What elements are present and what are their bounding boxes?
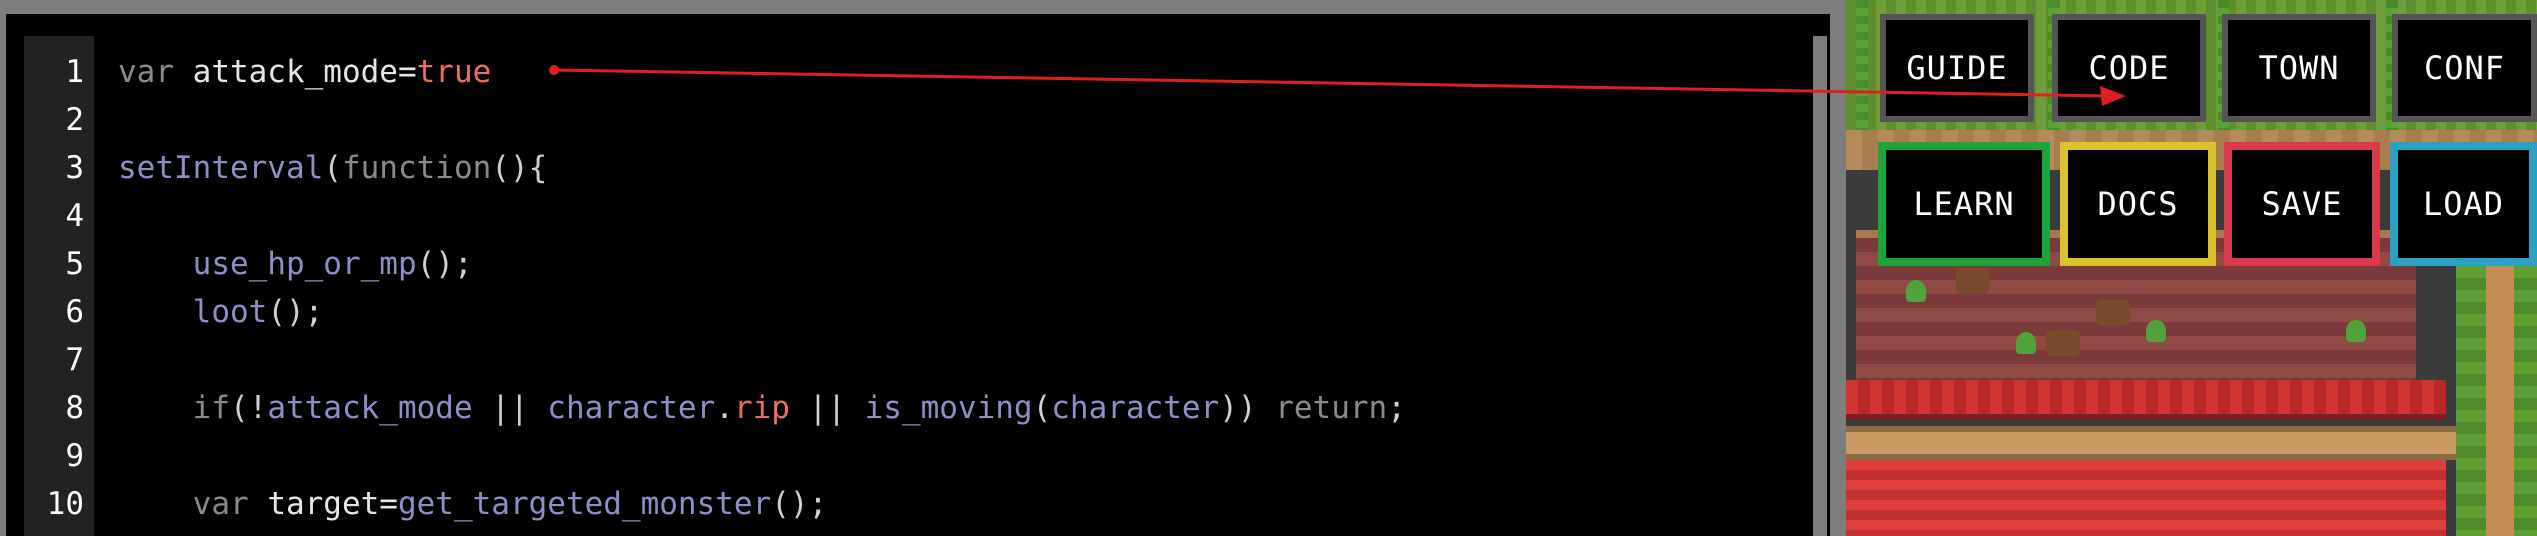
code-token: || (789, 390, 865, 426)
line-number: 6 (65, 294, 84, 330)
code-token: (){ (491, 150, 548, 186)
code-token: setInterval (118, 150, 324, 186)
line-number: 2 (65, 102, 84, 138)
code-token: ( (323, 150, 342, 186)
wooden-post (2486, 230, 2514, 536)
code-token: = (397, 54, 417, 90)
learn-button[interactable]: LEARN (1878, 142, 2050, 266)
guide-button[interactable]: GUIDE (1880, 14, 2034, 122)
code-token: target (267, 486, 380, 522)
code-token: ( (1032, 390, 1052, 426)
code-token: true (416, 54, 492, 90)
plant-sprite (1906, 280, 1926, 302)
code-token: use_hp_or_mp (118, 246, 417, 282)
code-token: = (379, 486, 398, 522)
code-line[interactable]: var attack_mode=true (118, 48, 491, 96)
code-token: )) (1219, 390, 1276, 426)
load-button[interactable]: LOAD (2390, 142, 2537, 266)
monster-sprite[interactable] (2046, 330, 2080, 356)
editor-scrollbar-thumb[interactable] (1813, 36, 1827, 536)
line-number: 9 (65, 438, 84, 474)
code-token: var (118, 54, 193, 90)
line-number: 7 (65, 342, 84, 378)
vine-decoration (1856, 0, 1868, 140)
save-button[interactable]: SAVE (2224, 142, 2380, 266)
code-line[interactable]: var target=get_targeted_monster(); (118, 480, 828, 528)
code-token: if (118, 390, 230, 426)
code-line[interactable]: use_hp_or_mp(); (118, 240, 473, 288)
monster-sprite[interactable] (1956, 268, 1990, 294)
code-token: is_moving (864, 390, 1033, 426)
plant-sprite (2016, 332, 2036, 354)
code-token: loot (118, 294, 268, 330)
line-number: 8 (65, 390, 84, 426)
code-line[interactable]: if(!attack_mode || character.rip || is_m… (118, 384, 1406, 432)
red-fence (1846, 380, 2446, 420)
plant-sprite (2346, 320, 2366, 342)
wooden-rail (1846, 426, 2466, 460)
town-button[interactable]: TOWN (2222, 14, 2376, 122)
code-button[interactable]: CODE (2052, 14, 2206, 122)
code-token: || (472, 390, 548, 426)
plant-sprite (2146, 320, 2166, 342)
code-token: get_targeted_monster (397, 486, 772, 522)
screen: 1 2 3 4 5 6 7 8 9 10 var attack_mode=true setInter… (0, 0, 2537, 536)
panel-divider[interactable] (1830, 14, 1846, 536)
code-token: character (547, 390, 716, 426)
docs-button[interactable]: DOCS (2060, 142, 2216, 266)
code-token: rip (733, 390, 790, 426)
code-token: (! (229, 390, 268, 426)
code-token: attack_mode (267, 390, 473, 426)
code-token: function (341, 150, 492, 186)
conf-button[interactable]: CONF (2392, 14, 2537, 122)
red-roof (1846, 460, 2446, 536)
code-line[interactable]: loot(); (118, 288, 324, 336)
line-number: 10 (46, 486, 84, 522)
monster-sprite[interactable] (2096, 300, 2130, 326)
line-number: 3 (65, 150, 84, 186)
code-token: attack_mode (192, 54, 398, 90)
code-token: (); (416, 246, 473, 282)
line-number: 5 (65, 246, 84, 282)
code-token: (); (267, 294, 324, 330)
code-line[interactable]: setInterval(function(){ (118, 144, 547, 192)
code-token: ; (1387, 390, 1406, 426)
line-number: 4 (65, 198, 84, 234)
line-number: 1 (65, 54, 84, 90)
code-token: . (715, 390, 734, 426)
code-token: character (1051, 390, 1220, 426)
code-token: var (118, 486, 268, 522)
code-token: (); (771, 486, 828, 522)
code-token: return (1275, 390, 1388, 426)
